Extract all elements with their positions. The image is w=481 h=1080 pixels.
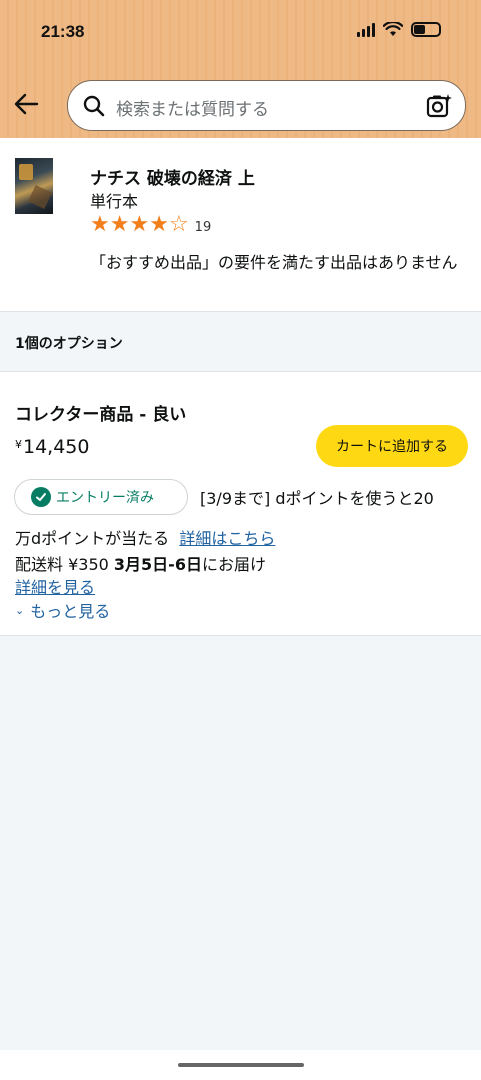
back-arrow-icon[interactable] bbox=[12, 90, 40, 118]
status-icons bbox=[357, 22, 441, 37]
shipping-fee: 配送料 ¥350 bbox=[15, 555, 114, 574]
review-count: 19 bbox=[194, 220, 212, 235]
cellular-signal-icon bbox=[357, 22, 375, 37]
currency-symbol: ¥ bbox=[15, 438, 22, 451]
see-details-link[interactable]: 詳細を見る bbox=[15, 574, 95, 598]
promo-text-continued: 万dポイントが当たる 詳細はこちら bbox=[15, 525, 275, 549]
see-more-link[interactable]: ⌄ もっと見る bbox=[15, 598, 110, 622]
top-header: 21:38 検索または質問する bbox=[0, 0, 481, 138]
product-summary: ナチス 破壊の経済 上 単行本 ★ ★ ★ ★ ☆ 19 「おすすめ出品」の要件… bbox=[0, 138, 481, 312]
add-to-cart-button[interactable]: カートに追加する bbox=[316, 425, 468, 467]
book-cover-thumbnail[interactable] bbox=[15, 158, 53, 214]
entry-status-badge: エントリー済み bbox=[14, 479, 188, 515]
promo-details-link[interactable]: 詳細はこちら bbox=[179, 529, 275, 548]
checkmark-icon bbox=[31, 487, 51, 507]
delivery-suffix: にお届け bbox=[201, 555, 266, 574]
product-format: 単行本 bbox=[90, 192, 139, 211]
options-header: 1個のオプション bbox=[0, 312, 481, 372]
star-empty-icon: ☆ bbox=[168, 212, 189, 237]
star-rating[interactable]: ★ ★ ★ ★ ☆ 19 bbox=[90, 214, 211, 236]
wifi-icon bbox=[383, 22, 403, 36]
product-title: ナチス 破壊の経済 上 bbox=[90, 169, 255, 189]
battery-icon bbox=[411, 22, 441, 37]
entry-badge-label: エントリー済み bbox=[56, 490, 154, 506]
offer-card: コレクター商品 - 良い ¥14,450 カートに追加する エントリー済み [3… bbox=[0, 372, 481, 636]
offer-price: ¥14,450 bbox=[15, 436, 89, 458]
delivery-dates: 3月5日-6日 bbox=[113, 555, 202, 574]
search-input[interactable]: 検索または質問する bbox=[116, 95, 269, 120]
star-filled-icon: ★ bbox=[149, 212, 169, 237]
star-filled-icon: ★ bbox=[129, 212, 150, 237]
promo-text-tail: 万dポイントが当たる bbox=[15, 529, 170, 548]
delivery-info: 配送料 ¥350 3月5日-6日にお届け bbox=[15, 551, 266, 575]
status-time: 21:38 bbox=[41, 22, 85, 41]
star-filled-icon: ★ bbox=[90, 212, 110, 237]
home-indicator[interactable] bbox=[178, 1063, 304, 1067]
promo-text: [3/9まで] dポイントを使うと20 bbox=[200, 489, 434, 508]
no-featured-offer-message: 「おすすめ出品」の要件を満たす出品はありません bbox=[90, 253, 458, 272]
camera-lens-icon[interactable] bbox=[425, 92, 453, 120]
price-value: 14,450 bbox=[23, 436, 90, 458]
options-count-label: 1個のオプション bbox=[15, 336, 123, 352]
search-bar[interactable]: 検索または質問する bbox=[67, 80, 466, 131]
see-more-label: もっと見る bbox=[30, 602, 111, 621]
star-filled-icon: ★ bbox=[109, 212, 130, 237]
chevron-down-icon: ⌄ bbox=[15, 603, 25, 617]
search-icon bbox=[83, 95, 105, 117]
offer-condition: コレクター商品 - 良い bbox=[15, 405, 187, 425]
